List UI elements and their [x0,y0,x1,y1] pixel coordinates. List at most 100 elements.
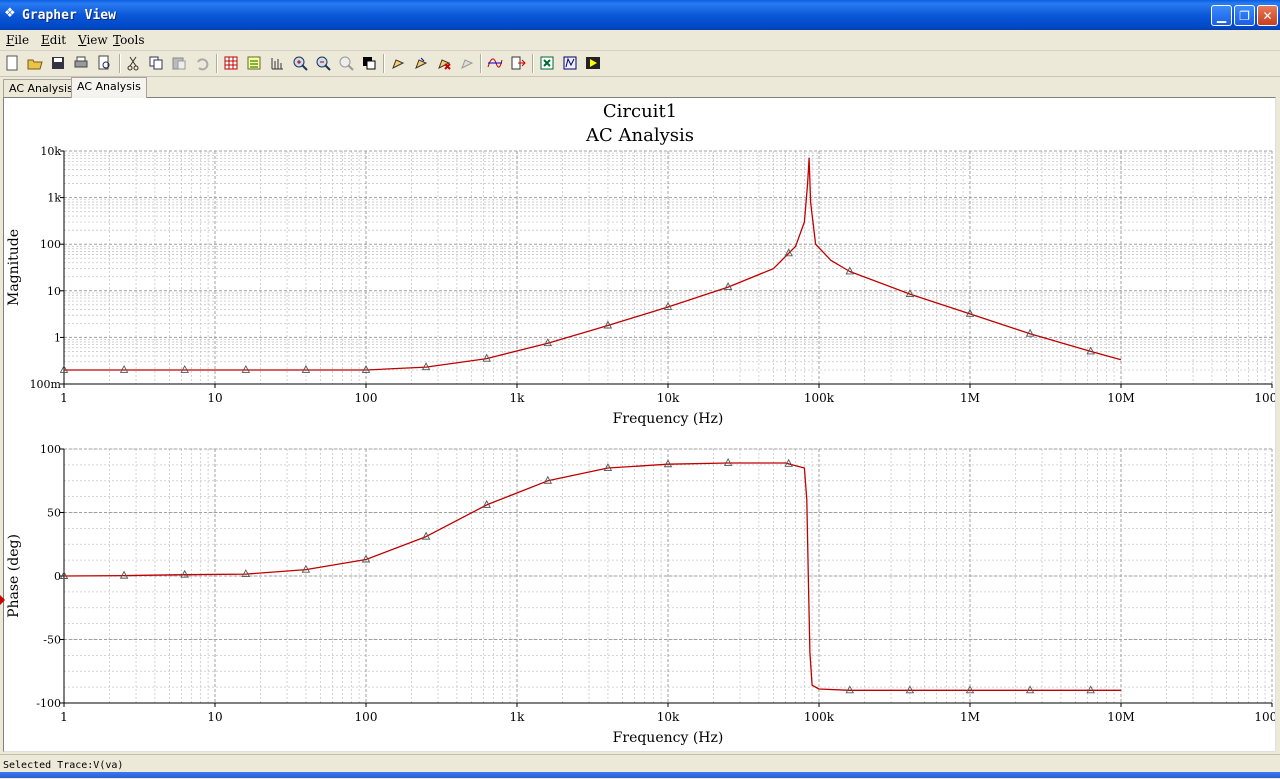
x-axis-label: Frequency (Hz) [613,411,724,427]
x-tick-label: 10k [657,391,680,405]
graph-panel[interactable]: Circuit1 AC Analysis 1 10 100 1k 10k 100k 1M 10M 1… [3,97,1276,752]
trace-marker [180,365,189,373]
y-tick-label: 10 [47,285,61,298]
status-text: Selected Trace:V(va) [3,760,124,771]
trace-line[interactable] [64,157,1122,371]
toolbar-separator [532,54,534,73]
mark-delete-icon [438,59,451,70]
copy-button[interactable] [147,54,165,72]
zoom-out-button[interactable] [314,54,332,72]
legend-icon [247,56,261,70]
grid-button[interactable] [222,54,240,72]
x-tick-label: 10 [207,391,222,405]
excel-button[interactable] [538,54,556,72]
x-tick-label: 1M [960,710,980,724]
mark-button[interactable] [412,54,430,72]
y-axis-label: Magnitude [6,229,22,306]
toolbar [0,51,1280,77]
export-icon [511,56,526,70]
new-button[interactable] [3,54,21,72]
tab-ac-analysis-2[interactable]: AC Analysis [71,77,147,98]
tab-ac-analysis-1[interactable]: AC Analysis [3,79,79,98]
x-tick-label: 10 [207,710,222,724]
y-tick-label: 100 [40,238,61,251]
trace-icon [487,58,503,68]
select-mark-button[interactable] [389,54,407,72]
print-preview-button[interactable] [95,54,113,72]
paste-button[interactable] [170,54,188,72]
window-title: Grapher View [22,8,116,23]
print-icon [74,56,88,68]
cut-button[interactable] [124,54,142,72]
save-icon [52,57,64,69]
y-tick-label: -100 [36,697,61,710]
mark-icon [415,57,428,70]
y-tick-label: 50 [47,507,61,520]
zoom-full-button[interactable] [337,54,355,72]
print-button[interactable] [72,54,90,72]
zoom-out-icon [316,56,331,71]
undo-button[interactable] [193,54,211,72]
taskbar [0,772,1280,778]
close-button[interactable]: ✕ [1257,5,1278,26]
title-bar[interactable]: ❖ Grapher View ▁ ❐ ✕ [0,0,1280,30]
trace-button[interactable] [486,54,504,72]
export-button[interactable] [509,54,527,72]
maximize-button[interactable]: ❐ [1234,5,1255,26]
save-button[interactable] [49,54,67,72]
toolbar-separator [383,54,385,73]
y-tick-label: -50 [43,634,61,647]
y-tick-label: 100 [40,443,61,456]
y-tick-label: 0 [54,570,61,583]
y-tick-label: 1k [47,192,61,205]
x-tick-label: 1k [510,710,526,724]
x-tick-label: 1 [60,710,68,724]
legend-button[interactable] [245,54,263,72]
chart-subtitle: AC Analysis [585,125,694,146]
trace-marker [119,365,129,373]
chart-title: Circuit1 [603,101,677,122]
reverse-colors-icon [363,57,376,70]
mark-delete-button[interactable] [435,54,453,72]
copy-icon [149,56,163,70]
menu-edit[interactable]: Edit [41,33,66,47]
menu-tools[interactable]: Tools [113,33,145,47]
y-tick-label: 10k [40,145,61,158]
reverse-colors-button[interactable] [360,54,378,72]
menu-view[interactable]: View [78,33,108,47]
cursors-icon [271,58,283,70]
trace-marker [119,570,129,579]
toolbar-separator [216,54,218,73]
grid-icon [224,56,238,70]
x-tick-label: 1M [960,391,980,405]
x-tick-label: 100 [355,710,378,724]
undo-icon [197,58,209,71]
zoom-in-button[interactable] [291,54,309,72]
print-preview-icon [98,55,110,70]
minimize-button[interactable]: ▁ [1211,5,1232,26]
x-axis-label: Frequency (Hz) [613,730,724,746]
x-tick-label: 1 [60,391,68,405]
trace-marker [241,365,251,373]
mark-disabled-icon [461,59,474,70]
mark-disabled-button[interactable] [458,54,476,72]
trace-line[interactable] [63,462,1121,691]
menu-bar: File Edit View Tools [0,30,1280,51]
toolbar-separator [480,54,482,73]
open-button[interactable] [26,54,44,72]
selected-trace-marker [0,595,5,605]
x-tick-label: 1k [510,391,526,405]
x-tick-label: 100M [1254,710,1275,724]
x-tick-label: 10M [1107,391,1135,405]
mathcad-button[interactable] [561,54,579,72]
cursors-button[interactable] [268,54,286,72]
y-axis-label: Phase (deg) [6,534,22,618]
graph-canvas[interactable]: Circuit1AC Analysis1 10 100 1k 10k 100k 1M 10M 1… [4,98,1275,751]
zoom-in-icon [293,56,308,71]
zoom-full-icon [339,56,354,71]
cut-icon [127,56,139,71]
run-button[interactable] [584,54,602,72]
menu-file[interactable]: File [6,33,29,47]
x-tick-label: 100k [804,391,835,405]
x-tick-label: 10M [1107,710,1135,724]
